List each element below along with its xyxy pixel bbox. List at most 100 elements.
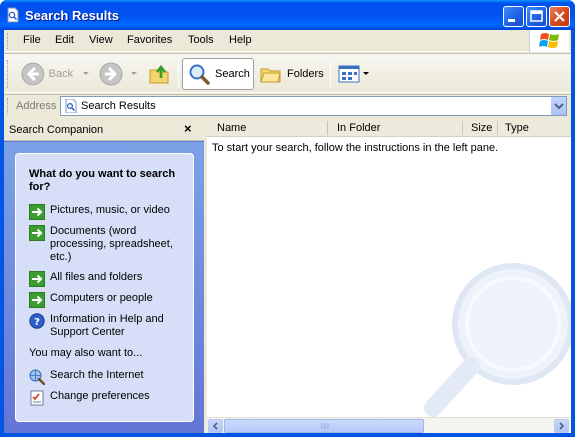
close-icon — [554, 11, 565, 22]
views-icon — [338, 65, 360, 83]
column-divider[interactable] — [497, 121, 498, 135]
menu-favorites[interactable]: Favorites — [127, 34, 172, 46]
addressbar-grip[interactable] — [7, 98, 10, 114]
minimize-button[interactable] — [503, 6, 524, 27]
preferences-checklist-icon — [30, 390, 44, 406]
green-arrow-icon — [29, 271, 45, 287]
green-arrow-icon — [29, 225, 45, 241]
address-field[interactable]: Search Results — [60, 96, 567, 116]
address-label: Address — [16, 100, 57, 112]
option-all-files-folders[interactable]: All files and folders — [29, 271, 180, 287]
address-value: Search Results — [81, 100, 156, 112]
back-button[interactable]: Back — [20, 58, 92, 90]
column-headers: Name In Folder Size Type — [207, 118, 571, 137]
option-computers-people[interactable]: Computers or people — [29, 292, 180, 308]
grip-icon — [321, 423, 329, 429]
search-label: Search — [215, 68, 250, 80]
menu-file[interactable]: File — [23, 34, 41, 46]
views-dropdown-icon — [363, 72, 369, 75]
magnifier-icon — [189, 64, 210, 85]
windows-flag-icon — [539, 33, 559, 48]
option-label: All files and folders — [50, 271, 143, 283]
toolbar-separator — [330, 60, 331, 88]
option-change-preferences[interactable]: Change preferences — [29, 390, 180, 406]
magnifier-watermark-icon — [424, 263, 571, 417]
windows-logo — [529, 30, 569, 52]
window-bottom-border — [0, 433, 575, 437]
also-want-heading: You may also want to... — [29, 347, 143, 359]
chevron-left-icon — [212, 422, 218, 430]
maximize-button[interactable] — [526, 6, 547, 27]
toolbar-grip[interactable] — [7, 60, 10, 88]
back-dropdown-icon — [83, 72, 90, 75]
standard-toolbar: Back Search Folders — [4, 53, 571, 93]
green-arrow-icon — [29, 204, 45, 220]
chevron-right-icon — [559, 422, 565, 430]
column-header-name[interactable]: Name — [217, 122, 246, 134]
window-client-area: File Edit View Favorites Tools Help Back… — [4, 30, 571, 433]
maximize-icon — [530, 10, 543, 22]
back-label: Back — [48, 68, 74, 80]
column-header-size[interactable]: Size — [471, 122, 492, 134]
svg-text:?: ? — [34, 317, 40, 328]
minimize-icon — [508, 19, 515, 22]
forward-dropdown-icon — [131, 72, 137, 75]
search-companion-body: What do you want to search for? Pictures… — [4, 142, 204, 433]
option-label: Documents (word processing, spreadsheet,… — [50, 225, 173, 263]
folders-icon — [260, 68, 281, 83]
search-companion-header: Search Companion × — [4, 118, 204, 141]
scrollbar-thumb[interactable] — [224, 419, 424, 433]
option-label: Information in Help and Support Center — [50, 313, 164, 338]
help-icon: ? — [29, 313, 45, 329]
address-dropdown-button[interactable] — [550, 97, 566, 115]
column-header-type[interactable]: Type — [505, 122, 529, 134]
scroll-left-button[interactable] — [208, 419, 223, 433]
menu-view[interactable]: View — [89, 34, 113, 46]
option-search-internet[interactable]: Search the Internet — [29, 369, 180, 385]
folders-button[interactable]: Folders — [256, 58, 326, 90]
search-results-icon — [65, 99, 77, 113]
results-instructions: To start your search, follow the instruc… — [212, 142, 499, 154]
up-folder-icon — [149, 64, 169, 84]
option-pictures-music-video[interactable]: Pictures, music, or video — [29, 204, 180, 220]
search-question-heading: What do you want to search for? — [29, 168, 176, 193]
search-options-panel: What do you want to search for? Pictures… — [15, 153, 194, 422]
search-results-icon — [7, 7, 19, 23]
window-title: Search Results — [25, 8, 119, 23]
close-pane-button[interactable]: × — [184, 121, 192, 136]
globe-search-icon — [29, 369, 45, 385]
title-bar[interactable]: Search Results — [0, 0, 575, 30]
search-button[interactable]: Search — [182, 58, 254, 90]
address-bar: Address Search Results — [4, 94, 571, 117]
up-folder-button[interactable] — [146, 58, 176, 90]
chevron-down-icon — [554, 103, 564, 110]
column-divider[interactable] — [327, 121, 328, 135]
menu-bar: File Edit View Favorites Tools Help — [4, 30, 571, 52]
option-documents[interactable]: Documents (word processing, spreadsheet,… — [29, 225, 180, 264]
views-button[interactable] — [335, 58, 371, 90]
menubar-grip[interactable] — [7, 33, 10, 49]
option-label: Search the Internet — [50, 369, 144, 381]
option-label: Computers or people — [50, 292, 153, 304]
horizontal-scrollbar[interactable] — [207, 417, 571, 433]
toolbar-separator — [178, 60, 179, 88]
option-label: Pictures, music, or video — [50, 204, 170, 216]
search-companion-title: Search Companion — [9, 124, 104, 136]
column-header-in-folder[interactable]: In Folder — [337, 122, 380, 134]
explorer-window: Search Results File Edit View Favorites … — [0, 0, 575, 437]
menu-help[interactable]: Help — [229, 34, 252, 46]
menu-edit[interactable]: Edit — [55, 34, 74, 46]
folders-label: Folders — [287, 68, 324, 80]
search-companion-pane: Search Companion × What do you want to s… — [4, 118, 204, 433]
green-arrow-icon — [29, 292, 45, 308]
forward-arrow-icon — [99, 62, 123, 86]
option-label: Change preferences — [50, 390, 150, 402]
results-list[interactable]: Name In Folder Size Type To start your s… — [207, 118, 571, 433]
forward-button[interactable] — [98, 58, 142, 90]
scroll-right-button[interactable] — [554, 419, 569, 433]
column-divider[interactable] — [462, 121, 463, 135]
option-help-support[interactable]: ? Information in Help and Support Center — [29, 313, 180, 339]
close-window-button[interactable] — [549, 6, 570, 27]
menu-tools[interactable]: Tools — [188, 34, 214, 46]
back-arrow-icon — [21, 62, 45, 86]
